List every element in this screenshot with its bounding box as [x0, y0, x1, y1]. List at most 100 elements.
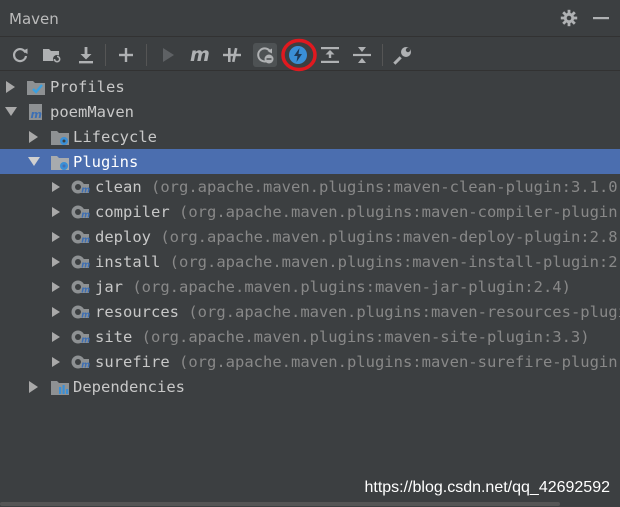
plugin-icon: m — [71, 280, 90, 295]
tree-node-profiles[interactable]: Profiles — [0, 74, 620, 99]
plugin-name: surefire — [95, 352, 170, 371]
plugin-coordinates: (org.apache.maven.plugins:maven-site-plu… — [141, 327, 590, 346]
plugin-coordinates: (org.apache.maven.plugins:maven-jar-plug… — [132, 277, 571, 296]
panel-header-actions — [560, 9, 610, 31]
plugin-icon: m — [71, 205, 90, 220]
plugin-icon: m — [71, 305, 90, 320]
svg-text:m: m — [81, 310, 90, 320]
expand-arrow-icon[interactable] — [29, 130, 38, 143]
svg-text:m: m — [81, 260, 90, 270]
panel-header: Maven — [0, 0, 620, 37]
tree-node-label: poemMaven — [50, 102, 134, 121]
plugin-icon: m — [71, 180, 90, 195]
download-icon[interactable] — [74, 43, 98, 67]
reload-icon[interactable] — [8, 43, 32, 67]
lifecycle-folder-icon — [51, 130, 69, 145]
panel-title: Maven — [9, 10, 59, 28]
svg-text:m: m — [81, 335, 90, 345]
tree-node-label: Plugins — [73, 152, 139, 171]
plugin-item[interactable]: m jar (org.apache.maven.plugins:maven-ja… — [0, 274, 620, 299]
plugin-label: deploy (org.apache.maven.plugins:maven-d… — [95, 228, 620, 246]
collapse-all-icon[interactable] — [318, 43, 342, 67]
plugin-name: clean — [95, 177, 142, 196]
svg-text:m: m — [81, 235, 90, 245]
svg-text:m: m — [81, 185, 90, 195]
plugin-icon: m — [71, 330, 90, 345]
toolbar-separator — [105, 44, 106, 66]
skip-tests-icon[interactable] — [253, 43, 277, 67]
profiles-icon — [27, 80, 45, 95]
plugin-coordinates: (org.apache.maven.plugins:maven-resource… — [188, 302, 620, 321]
plugin-item[interactable]: m surefire (org.apache.maven.plugins:mav… — [0, 349, 620, 374]
settings-wrench-icon[interactable] — [391, 43, 415, 67]
maven-toolbar: m — [0, 38, 620, 72]
plugin-label: clean (org.apache.maven.plugins:maven-cl… — [95, 178, 620, 196]
gear-icon[interactable] — [560, 9, 578, 31]
execute-goal-icon[interactable]: m — [188, 43, 212, 67]
plugin-name: resources — [95, 302, 179, 321]
plugin-item[interactable]: m clean (org.apache.maven.plugins:maven-… — [0, 174, 620, 199]
expand-arrow-icon[interactable] — [29, 380, 38, 393]
svg-text:m: m — [190, 45, 210, 65]
plugin-label: compiler (org.apache.maven.plugins:maven… — [95, 203, 620, 221]
collapse-arrow-icon[interactable] — [5, 107, 17, 116]
plugin-name: compiler — [95, 202, 170, 221]
expand-arrow-icon[interactable] — [6, 80, 15, 93]
expand-arrow-icon[interactable] — [52, 356, 60, 367]
expand-arrow-icon[interactable] — [52, 256, 60, 267]
plugin-name: install — [95, 252, 161, 271]
expand-arrow-icon[interactable] — [52, 181, 60, 192]
plugin-label: surefire (org.apache.maven.plugins:maven… — [95, 353, 620, 371]
svg-text:m: m — [81, 285, 90, 295]
plugin-icon: m — [71, 255, 90, 270]
plugin-name: jar — [95, 277, 123, 296]
plugin-item[interactable]: m compiler (org.apache.maven.plugins:mav… — [0, 199, 620, 224]
dependencies-icon — [51, 380, 69, 395]
maven-project-icon: m — [29, 103, 42, 121]
plugin-item[interactable]: m resources (org.apache.maven.plugins:ma… — [0, 299, 620, 324]
generate-sources-icon[interactable] — [40, 43, 64, 67]
tree-node-lifecycle[interactable]: Lifecycle — [0, 124, 620, 149]
minimize-icon[interactable] — [592, 9, 610, 31]
tree-node-project[interactable]: m poemMaven — [0, 99, 620, 124]
tree-node-plugins[interactable]: Plugins — [0, 149, 620, 174]
add-icon[interactable] — [114, 43, 138, 67]
toolbar-separator — [146, 44, 147, 66]
tree-node-dependencies[interactable]: Dependencies — [0, 374, 620, 399]
expand-arrow-icon[interactable] — [52, 306, 60, 317]
plugin-coordinates: (org.apache.maven.plugins:maven-deploy-p… — [160, 227, 620, 246]
scrollbar-thumb[interactable] — [0, 502, 560, 506]
tree-node-label: Dependencies — [73, 377, 185, 396]
plugin-coordinates: (org.apache.maven.plugins:maven-install-… — [169, 252, 620, 271]
plugin-label: site (org.apache.maven.plugins:maven-sit… — [95, 328, 590, 346]
plugin-item[interactable]: m install (org.apache.maven.plugins:mave… — [0, 249, 620, 274]
tree-node-label: Profiles — [50, 77, 125, 96]
svg-text:m: m — [31, 108, 42, 121]
plugin-icon: m — [71, 230, 90, 245]
plugin-item[interactable]: m site (org.apache.maven.plugins:maven-s… — [0, 324, 620, 349]
collapse-arrow-icon[interactable] — [28, 157, 40, 166]
expand-arrow-icon[interactable] — [52, 231, 60, 242]
plugins-folder-icon — [51, 155, 69, 170]
expand-arrow-icon[interactable] — [52, 281, 60, 292]
plugin-label: resources (org.apache.maven.plugins:mave… — [95, 303, 620, 321]
expand-all-icon[interactable] — [350, 43, 374, 67]
toggle-offline-icon[interactable] — [220, 43, 244, 67]
plugin-label: install (org.apache.maven.plugins:maven-… — [95, 253, 620, 271]
run-icon[interactable] — [156, 43, 180, 67]
plugin-icon: m — [71, 355, 90, 370]
plugin-label: jar (org.apache.maven.plugins:maven-jar-… — [95, 278, 571, 296]
plugin-name: site — [95, 327, 133, 346]
expand-arrow-icon[interactable] — [52, 331, 60, 342]
horizontal-scrollbar[interactable] — [0, 501, 620, 507]
tree-node-label: Lifecycle — [73, 127, 157, 146]
plugin-coordinates: (org.apache.maven.plugins:maven-clean-pl… — [151, 177, 620, 196]
plugin-name: deploy — [95, 227, 151, 246]
show-dependencies-icon[interactable] — [286, 43, 310, 67]
plugin-coordinates: (org.apache.maven.plugins:maven-surefire… — [179, 352, 620, 371]
watermark-text: https://blog.csdn.net/qq_42692592 — [364, 479, 610, 496]
plugin-item[interactable]: m deploy (org.apache.maven.plugins:maven… — [0, 224, 620, 249]
expand-arrow-icon[interactable] — [52, 206, 60, 217]
plugin-coordinates: (org.apache.maven.plugins:maven-compiler… — [179, 202, 620, 221]
svg-text:m: m — [81, 360, 90, 370]
